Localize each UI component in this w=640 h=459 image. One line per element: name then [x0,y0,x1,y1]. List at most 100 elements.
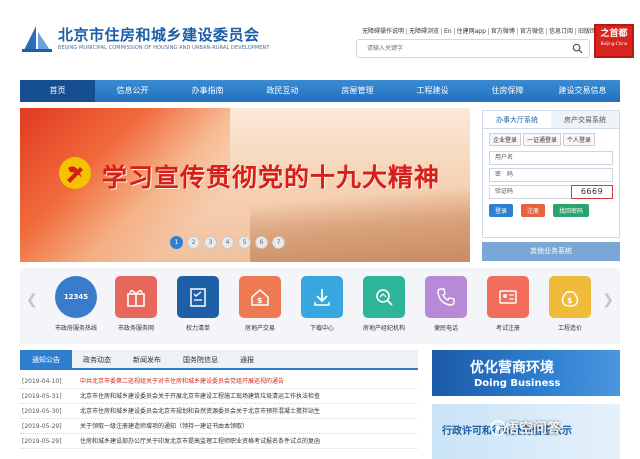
toplink-subscribe[interactable]: 信息订阅 [547,28,576,35]
banner-page-dot[interactable]: 6 [255,236,268,249]
toplink-wechat[interactable]: 官方微信 [518,28,547,35]
notice-panel: 通知公告 政务动态 新闻发布 国务院信息 通报 [2019-04-10] 中共北… [20,350,418,459]
nav-housing-management[interactable]: 房屋管理 [320,80,395,102]
house-money-icon: $ [239,276,281,318]
tab-press-release[interactable]: 新闻发布 [122,350,172,368]
banner-page-dot[interactable]: 1 [170,236,183,249]
tab-personal-login[interactable]: 个人登录 [563,133,596,146]
banner-page-dot[interactable]: 7 [272,236,285,249]
register-button[interactable]: 注册 [521,204,546,217]
banner-page-dot[interactable]: 4 [221,236,234,249]
service-agency[interactable]: 房地产经纪机构 [354,276,414,332]
search-box [356,39,590,58]
notice-title[interactable]: 住房和城乡建设部办公厅关于印发北京市提高监理工程师职业资格考试报名条件试点的复函 [80,434,320,448]
service-label: 房地产经纪机构 [362,325,405,332]
login-system-tabs: 办事大厅系统 房产交易系统 [483,111,619,129]
nav-trading-info[interactable]: 建设交易信息 [545,80,620,102]
nav-home[interactable]: 首页 [20,80,95,102]
notice-title[interactable]: 北京市住房和城乡建设委员会北京市规划和自然资源委员会关于北京市预拌混凝土搅拌站生 [80,404,320,418]
password-field[interactable]: 密 码 [489,168,613,182]
notice-title[interactable]: 北京市住房和城乡建设委员会关于开展北京市建设工程施工现场建筑垃圾清运工作执法检查 [80,389,320,403]
service-label: 下载中心 [309,325,334,332]
username-field[interactable]: 用户名 [489,151,613,165]
captcha-image[interactable]: 6669 [571,185,613,199]
tab-state-council[interactable]: 国务院信息 [172,350,229,368]
notice-date: [2019-05-29] [22,438,62,445]
house-search-icon [363,276,405,318]
promo-title-en: Doing Business [474,378,561,389]
site-subtitle: BEIJING MUNICIPAL COMMISSION OF HOUSING … [58,45,270,51]
toplink-accessibility-guide[interactable]: 无障碍操作说明 [360,28,408,35]
list-item[interactable]: [2019-05-31] 北京市住房和城乡建设委员会关于开展北京市建设工程施工现… [20,389,418,404]
banner-page-dot[interactable]: 5 [238,236,251,249]
notice-title[interactable]: 中共北京市委第二巡视组关于对市住房和城乡建设委员会党组开展巡视的通告 [80,374,284,388]
chevron-right-icon[interactable]: ❯ [602,292,614,308]
beijing-seal-logo: 之首都 Beijing-China [594,24,634,58]
banner-page-dot[interactable]: 3 [204,236,217,249]
business-environment-banner[interactable]: 优化营商环境 Doing Business [432,350,620,396]
search-input[interactable] [357,40,557,57]
other-systems-button[interactable]: 其他业务系统 [482,242,620,261]
tab-property-trading[interactable]: 房产交易系统 [551,111,619,128]
tab-bulletin[interactable]: 通报 [229,350,265,368]
chevron-left-icon[interactable]: ❮ [26,292,38,308]
toplink-weibo[interactable]: 官方微博 [489,28,518,35]
commission-logo-icon[interactable] [22,24,52,52]
captcha-field[interactable]: 验证码 6669 [489,185,613,199]
list-item[interactable]: [2019-05-29] 关于领取一级注册建造师增项的通知（领持一建证书由本领取… [20,419,418,434]
service-download-center[interactable]: 下载中心 [292,276,352,332]
nav-service-guide[interactable]: 办事指南 [170,80,245,102]
nav-housing-security[interactable]: 住房保障 [470,80,545,102]
phone-icon [425,276,467,318]
nav-interaction[interactable]: 政民互动 [245,80,320,102]
site-title[interactable]: 北京市住房和城乡建设委员会 [58,24,260,45]
toplink-accessible-browse[interactable]: 无障碍浏览 [407,28,443,35]
banner-page-dot[interactable]: 2 [187,236,200,249]
forgot-password-button[interactable]: 找回密码 [553,204,590,217]
login-panel: 办事大厅系统 房产交易系统 企业登录 一证通登录 个人登录 用户名 密 码 验证… [482,110,620,238]
service-label: 房地产交易 [244,325,275,332]
nav-info-disclosure[interactable]: 信息公开 [95,80,170,102]
gift-icon [115,276,157,318]
login-button[interactable]: 登录 [489,204,514,217]
search-icon[interactable] [572,43,583,54]
notice-date: [2019-05-31] [22,393,62,400]
tab-service-hall[interactable]: 办事大厅系统 [483,111,551,128]
party-emblem-icon [59,157,91,189]
toplink-english[interactable]: En [442,28,455,35]
toplink-app[interactable]: 住建网app [455,28,489,35]
service-label: 考试注册 [495,325,520,332]
service-exam-registration[interactable]: 考试注册 [478,276,538,332]
tab-announcements[interactable]: 通知公告 [20,350,72,368]
service-phone[interactable]: 便民电话 [416,276,476,332]
hotline-12345-icon: 12345 [55,276,97,318]
notice-tabs: 通知公告 政务动态 新闻发布 国务院信息 通报 [20,350,418,370]
service-power-list[interactable]: 权力清单 [168,276,228,332]
tab-one-cert-login[interactable]: 一证通登录 [523,133,562,146]
svg-text:$: $ [257,296,263,305]
money-bag-icon: $ [549,276,591,318]
download-icon [301,276,343,318]
list-item[interactable]: [2019-05-29] 住房和城乡建设部办公厅关于印发北京市提高监理工程师职业… [20,434,418,449]
banner-slogan: 学习宣传贯彻党的十九大精神 [102,163,441,192]
service-project-cost[interactable]: $ 工程造价 [540,276,600,332]
notice-date: [2019-04-10] [22,378,62,385]
id-card-icon [487,276,529,318]
service-label: 便民电话 [433,325,458,332]
notice-title[interactable]: 关于领取一级注册建造师增项的通知（领持一建证书由本领取） [80,419,248,433]
list-item[interactable]: [2019-04-10] 中共北京市委第二巡视组关于对市住房和城乡建设委员会党组… [20,374,418,389]
service-hotline[interactable]: 12345 市政府服务热线 [46,276,106,332]
tab-gov-news[interactable]: 政务动态 [72,350,122,368]
list-item[interactable]: [2019-05-30] 北京市住房和城乡建设委员会北京市规划和自然资源委员会关… [20,404,418,419]
wukong-logo-icon [490,420,506,436]
notice-date: [2019-05-29] [22,423,62,430]
nav-construction[interactable]: 工程建设 [395,80,470,102]
main-nav: 首页 信息公开 办事指南 政民互动 房屋管理 工程建设 住房保障 建设交易信息 [20,80,620,102]
service-gov-portal[interactable]: 市政务服务网 [106,276,166,332]
tab-enterprise-login[interactable]: 企业登录 [489,133,522,146]
banner-pagination: 1 2 3 4 5 6 7 [170,236,285,249]
service-real-estate-trading[interactable]: $ 房地产交易 [230,276,290,332]
login-buttons: 登录 注册 找回密码 [483,199,619,222]
notice-list: [2019-04-10] 中共北京市委第二巡视组关于对市住房和城乡建设委员会党组… [20,374,418,449]
site-header: 北京市住房和城乡建设委员会 BEIJING MUNICIPAL COMMISSI… [0,0,640,78]
